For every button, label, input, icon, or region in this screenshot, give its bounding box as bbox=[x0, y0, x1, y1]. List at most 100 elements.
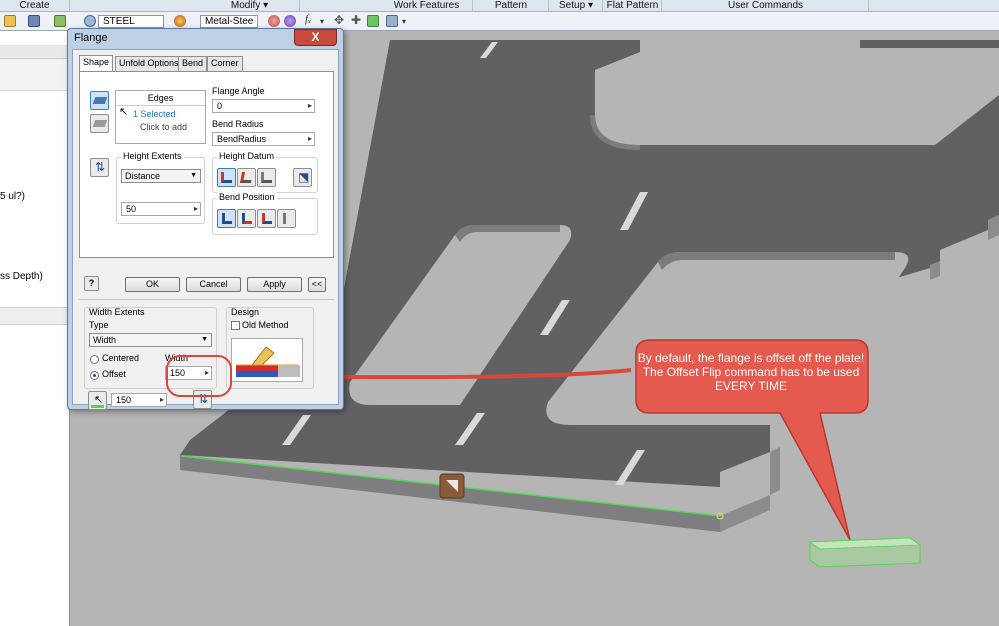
close-button[interactable]: X bbox=[294, 29, 337, 46]
browser-row[interactable]: 5 ul?) bbox=[0, 191, 25, 202]
arrow-right-icon[interactable]: ▸ bbox=[160, 394, 164, 406]
help-button[interactable]: ? bbox=[84, 276, 99, 291]
offset-select-button[interactable]: ↖ bbox=[88, 391, 107, 410]
design-preview-image bbox=[231, 338, 303, 382]
fx-icon[interactable]: fₓ bbox=[305, 13, 311, 25]
datum-option-1[interactable] bbox=[217, 168, 236, 187]
design-group: Design Old Method bbox=[226, 307, 314, 389]
bend-position-option-1[interactable] bbox=[217, 209, 236, 228]
collapse-button[interactable]: << bbox=[308, 277, 326, 292]
flange-angle-label: Flange Angle bbox=[212, 86, 265, 96]
height-extents-type: Distance bbox=[125, 171, 161, 181]
appearance-dropdown[interactable]: Metal-Stee bbox=[200, 15, 258, 28]
edges-header: Edges bbox=[116, 93, 205, 106]
arrow-right-icon[interactable]: ▸ bbox=[194, 203, 198, 215]
datum-tangent-icon bbox=[240, 172, 253, 183]
save-icon[interactable] bbox=[28, 15, 40, 27]
ribbon-tab-bar: Create Modify ▾ Work Features Pattern Se… bbox=[0, 0, 999, 12]
centered-radio[interactable] bbox=[90, 355, 99, 364]
adjust-icon[interactable] bbox=[268, 15, 280, 27]
bend-position-group: Bend Position bbox=[212, 192, 318, 235]
apply-button[interactable]: Apply bbox=[247, 277, 302, 292]
height-extents-label: Height Extents bbox=[121, 151, 184, 161]
dialog-title: Flange bbox=[74, 32, 108, 44]
width-type-select[interactable]: Width ▼ bbox=[89, 333, 212, 347]
aligned-icon: ⬔ bbox=[298, 170, 310, 184]
dialog-body: Shape Unfold Options Bend Corner Edges 1… bbox=[72, 49, 339, 410]
browser-header bbox=[0, 45, 70, 59]
edges-selected: 1 Selected bbox=[133, 109, 176, 119]
cursor-icon: ↖ bbox=[119, 106, 129, 118]
open-icon[interactable] bbox=[4, 15, 16, 27]
height-value-field[interactable]: 50 ▸ bbox=[121, 202, 201, 216]
chevron-down-icon: ▼ bbox=[201, 336, 208, 343]
plate-right-edge bbox=[720, 495, 770, 532]
ilogic-icon[interactable] bbox=[367, 15, 379, 27]
old-method-checkbox[interactable] bbox=[231, 321, 240, 330]
datum-intersect-icon bbox=[221, 172, 232, 183]
browser-row[interactable]: ss Depth) bbox=[0, 271, 43, 282]
chevron-down-icon[interactable]: ▾ bbox=[402, 17, 406, 26]
flange-angle-field[interactable]: 0 ▸ bbox=[212, 99, 315, 113]
window-icon[interactable] bbox=[54, 15, 66, 27]
offset-value-field[interactable]: 150 ▸ bbox=[111, 393, 167, 407]
ribbon-tab-create[interactable]: Create bbox=[0, 0, 70, 12]
tab-corner[interactable]: Corner bbox=[207, 56, 243, 71]
height-extents-group: Height Extents Distance ▼ 50 ▸ bbox=[116, 151, 205, 224]
ribbon-tab-setup[interactable]: Setup ▾ bbox=[550, 0, 603, 12]
edge-select-button[interactable] bbox=[90, 91, 109, 110]
bend-radius-value: BendRadius bbox=[217, 134, 267, 144]
height-flip-button[interactable]: ⇅ bbox=[90, 158, 109, 177]
flange-dialog: Flange X Shape Unfold Options Bend Corne… bbox=[67, 28, 344, 410]
datum-aligned-button[interactable]: ⬔ bbox=[293, 168, 312, 187]
datum-option-2[interactable] bbox=[237, 168, 256, 187]
flip-direction-icon: ⇅ bbox=[95, 160, 106, 174]
offset-radio[interactable] bbox=[90, 371, 99, 380]
tab-shape[interactable]: Shape bbox=[79, 55, 114, 72]
height-value: 50 bbox=[126, 204, 137, 214]
zoom-icon[interactable] bbox=[386, 15, 398, 27]
ok-button[interactable]: OK bbox=[125, 277, 180, 292]
height-datum-group: Height Datum ⬔ bbox=[212, 151, 318, 193]
offset-value: 150 bbox=[116, 395, 132, 405]
bend-position-option-3[interactable] bbox=[257, 209, 276, 228]
ribbon-tab-flat-pattern[interactable]: Flat Pattern bbox=[604, 0, 662, 12]
tab-bend[interactable]: Bend bbox=[178, 56, 208, 71]
cancel-button[interactable]: Cancel bbox=[186, 277, 241, 292]
ribbon-tab-work-features[interactable]: Work Features bbox=[381, 0, 473, 12]
cutout-top bbox=[595, 48, 999, 145]
browser-band bbox=[0, 59, 70, 91]
move-icon[interactable]: ✥ bbox=[334, 13, 344, 27]
flange-angle-value: 0 bbox=[217, 101, 223, 111]
add-icon[interactable]: ✚ bbox=[351, 13, 361, 27]
separator bbox=[79, 299, 334, 300]
height-datum-label: Height Datum bbox=[217, 151, 277, 161]
loop-select-button[interactable] bbox=[90, 114, 109, 133]
datum-option-3[interactable] bbox=[257, 168, 276, 187]
tab-unfold-options[interactable]: Unfold Options bbox=[115, 56, 183, 71]
clear-icon[interactable] bbox=[284, 15, 296, 27]
arrow-right-icon[interactable]: ▸ bbox=[308, 100, 312, 112]
material-dropdown[interactable]: STEEL GR250 bbox=[98, 15, 164, 38]
chevron-down-icon[interactable]: ▾ bbox=[320, 17, 324, 26]
loop-icon bbox=[92, 120, 108, 127]
bend-position-option-4[interactable] bbox=[277, 209, 296, 228]
edge-icon bbox=[92, 97, 108, 104]
datum-orthogonal-icon bbox=[261, 172, 272, 183]
material-globe-icon bbox=[84, 15, 96, 27]
old-method-label: Old Method bbox=[242, 320, 289, 330]
centered-label: Centered bbox=[102, 353, 140, 363]
bend-position-option-2[interactable] bbox=[237, 209, 256, 228]
bend-radius-field[interactable]: BendRadius ▸ bbox=[212, 132, 315, 146]
height-extents-select[interactable]: Distance ▼ bbox=[121, 169, 201, 183]
bend-radius-label: Bend Radius bbox=[212, 119, 264, 129]
arrow-right-icon[interactable]: ▸ bbox=[308, 133, 312, 145]
ribbon-tab-pattern[interactable]: Pattern bbox=[474, 0, 549, 12]
edges-selection-box[interactable]: Edges 1 Selected Click to add ↖ bbox=[115, 90, 206, 144]
appearance-icon bbox=[174, 15, 186, 27]
width-extents-label: Width Extents bbox=[89, 307, 145, 317]
chevron-down-icon: ▾ bbox=[587, 0, 593, 11]
ribbon-tab-modify[interactable]: Modify ▾ bbox=[200, 0, 300, 12]
bend-outside-icon bbox=[242, 213, 252, 224]
ribbon-tab-user-commands[interactable]: User Commands bbox=[663, 0, 869, 12]
